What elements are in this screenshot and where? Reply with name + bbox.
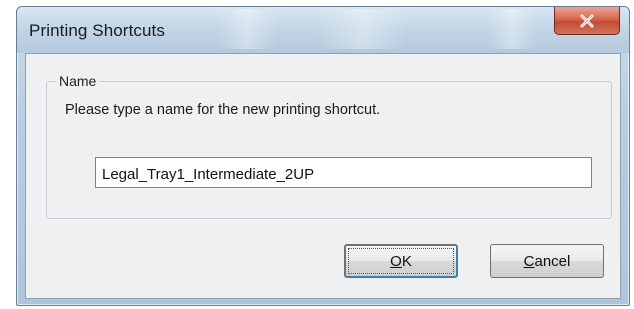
name-prompt: Please type a name for the new printing … [65, 102, 381, 118]
glass-highlight [317, 9, 407, 49]
dialog-body: Name Please type a name for the new prin… [25, 53, 621, 299]
close-button[interactable] [554, 7, 620, 35]
name-groupbox: Name Please type a name for the new prin… [46, 73, 612, 219]
ok-mnemonic: O [390, 252, 402, 270]
ok-label-rest: K [401, 252, 412, 270]
glass-highlight [217, 9, 277, 49]
groupbox-label: Name [56, 73, 100, 89]
ok-button[interactable]: OK [344, 244, 458, 278]
window-title: Printing Shortcuts [29, 21, 165, 40]
close-icon [579, 14, 595, 28]
shortcut-name-input[interactable] [95, 157, 592, 188]
cancel-label-rest: ancel [534, 252, 571, 270]
title-bar[interactable]: Printing Shortcuts [17, 7, 629, 53]
cancel-button[interactable]: Cancel [490, 244, 604, 278]
dialog-window: Printing Shortcuts Name Please type a na… [16, 6, 630, 306]
cancel-mnemonic: C [523, 252, 535, 270]
glass-highlight [487, 9, 537, 49]
